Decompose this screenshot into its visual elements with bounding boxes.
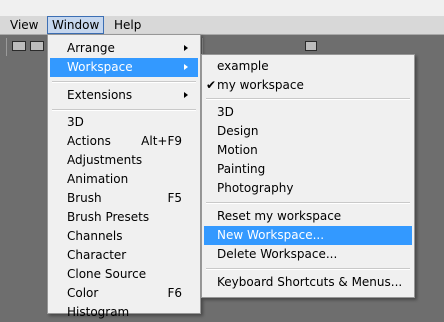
menu-item-design[interactable]: Design — [204, 122, 412, 141]
menu-item-label: 3D — [217, 105, 234, 119]
menu-item-label: Character — [67, 248, 127, 262]
menu-item-label: Photography — [217, 181, 294, 195]
menu-item-3d[interactable]: 3D — [50, 113, 198, 132]
align-top-icon[interactable] — [12, 41, 26, 51]
menu-item-arrange[interactable]: Arrange — [50, 39, 198, 58]
menu-separator — [52, 81, 196, 83]
menu-item-adjustments[interactable]: Adjustments — [50, 151, 198, 170]
menu-item-clone-source[interactable]: Clone Source — [50, 265, 198, 284]
menu-window[interactable]: Window — [47, 16, 105, 34]
menu-item-delete-workspace[interactable]: Delete Workspace... — [204, 245, 412, 264]
menu-item-brush[interactable]: Brush F5 — [50, 189, 198, 208]
menu-item-my-workspace[interactable]: ✔ my workspace — [204, 76, 412, 95]
menu-view[interactable]: View — [6, 16, 42, 34]
menu-item-label: Animation — [67, 172, 129, 186]
menu-separator — [206, 268, 410, 270]
window-menu: Arrange Workspace Extensions 3D Actions … — [47, 34, 201, 319]
menu-item-channels[interactable]: Channels — [50, 227, 198, 246]
menu-item-label: Delete Workspace... — [217, 247, 338, 261]
menu-item-motion[interactable]: Motion — [204, 141, 412, 160]
submenu-arrow-icon — [184, 92, 188, 98]
menu-item-character[interactable]: Character — [50, 246, 198, 265]
menu-help[interactable]: Help — [110, 16, 145, 34]
menu-item-label: Arrange — [67, 41, 115, 55]
menu-item-workspace-3d[interactable]: 3D — [204, 103, 412, 122]
menu-item-color[interactable]: Color F6 — [50, 284, 198, 303]
title-strip — [0, 0, 444, 16]
menu-item-histogram[interactable]: Histogram — [50, 303, 198, 322]
menu-item-label: my workspace — [217, 78, 304, 92]
menu-item-label: Color — [67, 286, 99, 300]
menu-item-new-workspace[interactable]: New Workspace... — [204, 226, 412, 245]
menu-item-photography[interactable]: Photography — [204, 179, 412, 198]
menu-item-example[interactable]: example — [204, 57, 412, 76]
menu-item-keyboard-shortcuts[interactable]: Keyboard Shortcuts & Menus... — [204, 273, 412, 292]
menu-item-reset-workspace[interactable]: Reset my workspace — [204, 207, 412, 226]
menu-item-label: Extensions — [67, 88, 133, 102]
menu-separator — [52, 109, 196, 111]
align-center-icon[interactable] — [30, 41, 44, 51]
menu-item-label: Motion — [217, 143, 258, 157]
menu-bar: View Window Help — [0, 0, 444, 35]
menu-item-label: example — [217, 59, 269, 73]
menu-item-label: New Workspace... — [217, 228, 325, 242]
menu-item-actions[interactable]: Actions Alt+F9 — [50, 132, 198, 151]
menu-separator — [206, 98, 410, 100]
menu-item-label: Brush Presets — [67, 210, 150, 224]
toolbar-separator — [6, 38, 7, 56]
menu-item-label: Channels — [67, 229, 123, 243]
menu-item-label: Workspace — [67, 60, 133, 74]
menu-item-label: Painting — [217, 162, 266, 176]
checkmark-icon: ✔ — [205, 78, 217, 92]
menu-item-label: Histogram — [67, 305, 130, 319]
menu-item-animation[interactable]: Animation — [50, 170, 198, 189]
menu-item-brush-presets[interactable]: Brush Presets — [50, 208, 198, 227]
submenu-arrow-icon — [184, 64, 188, 70]
menu-item-shortcut: F6 — [167, 286, 182, 300]
menu-item-shortcut: F5 — [167, 191, 182, 205]
menu-item-painting[interactable]: Painting — [204, 160, 412, 179]
menu-item-workspace[interactable]: Workspace — [50, 58, 198, 77]
menu-item-label: Keyboard Shortcuts & Menus... — [217, 275, 403, 289]
submenu-arrow-icon — [184, 45, 188, 51]
menu-item-label: Brush — [67, 191, 102, 205]
menu-item-label: 3D — [67, 115, 84, 129]
menu-item-label: Adjustments — [67, 153, 143, 167]
menu-item-label: Actions — [67, 134, 111, 148]
menu-item-shortcut: Alt+F9 — [141, 134, 182, 148]
workspace-submenu: example ✔ my workspace 3D Design Motion … — [201, 54, 415, 298]
menu-item-label: Design — [217, 124, 259, 138]
menu-separator — [206, 202, 410, 204]
menu-item-extensions[interactable]: Extensions — [50, 86, 198, 105]
auto-align-icon[interactable] — [305, 41, 317, 51]
menu-item-label: Clone Source — [67, 267, 147, 281]
menu-item-label: Reset my workspace — [217, 209, 342, 223]
